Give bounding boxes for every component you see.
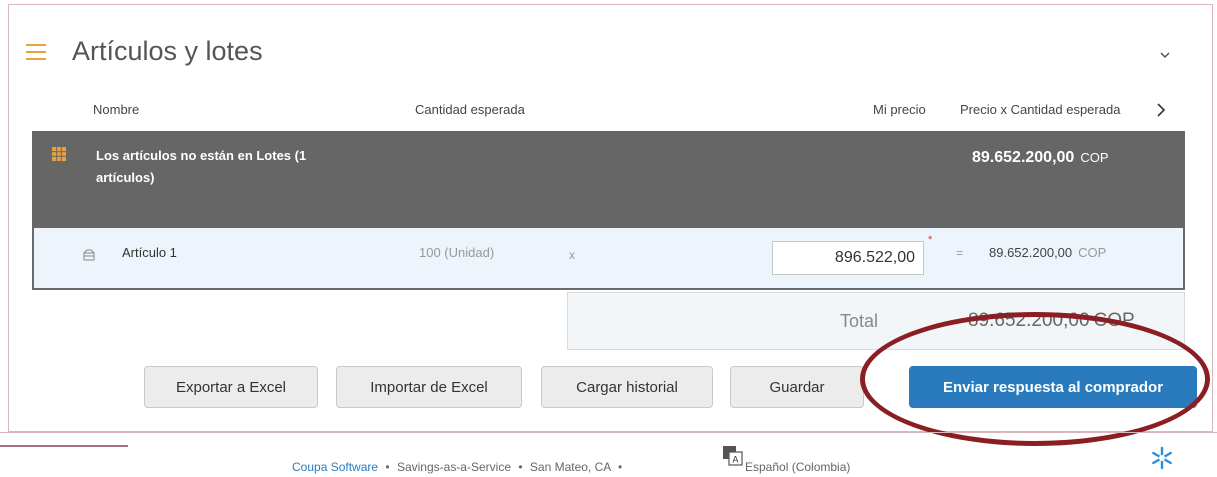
footer-links: Coupa Software • Savings-as-a-Service • … xyxy=(292,460,626,474)
export-excel-button[interactable]: Exportar a Excel xyxy=(144,366,318,408)
footer-location: San Mateo, CA xyxy=(529,460,611,474)
total-label: Total xyxy=(840,311,879,331)
language-icon[interactable]: A xyxy=(723,446,743,466)
item-row: Artículo 1 100 (Unidad) x * = 89.652.200… xyxy=(32,228,1185,290)
chevron-right-icon[interactable] xyxy=(1156,103,1166,117)
box-icon xyxy=(83,249,95,261)
price-input[interactable] xyxy=(772,241,924,275)
footer-separator: • xyxy=(518,460,523,474)
footer-separator: • xyxy=(617,460,623,474)
grid-icon xyxy=(52,147,66,161)
list-menu-icon[interactable] xyxy=(26,43,46,60)
import-excel-button[interactable]: Importar de Excel xyxy=(336,366,522,408)
lot-group-label: Los artículos no están en Lotes (1 artíc… xyxy=(96,148,307,185)
submit-to-buyer-button[interactable]: Enviar respuesta al comprador xyxy=(909,366,1197,408)
chevron-down-icon[interactable] xyxy=(1160,50,1170,60)
footer-divider xyxy=(0,432,1217,433)
column-header-cantidad: Cantidad esperada xyxy=(415,102,525,117)
footer-separator: • xyxy=(385,460,390,474)
total-value: 89.652.200,00 COP xyxy=(968,310,1135,332)
item-total-value: 89.652.200,00 xyxy=(989,245,1073,260)
total-currency: COP xyxy=(1093,310,1135,331)
footer-company-link[interactable]: Coupa Software xyxy=(292,460,378,474)
item-name: Artículo 1 xyxy=(122,245,177,260)
column-header-precio: Mi precio xyxy=(873,102,926,117)
footer-tagline: Savings-as-a-Service xyxy=(396,460,511,474)
save-button[interactable]: Guardar xyxy=(730,366,864,408)
total-amount: 89.652.200,00 xyxy=(968,310,1090,331)
item-quantity: 100 (Unidad) xyxy=(419,245,495,260)
language-selector[interactable]: Español (Colombia) xyxy=(745,460,850,474)
footer-accent-line xyxy=(0,445,128,447)
lot-group-currency: COP xyxy=(1080,150,1109,165)
column-header-total: Precio x Cantidad esperada xyxy=(960,102,1121,117)
load-history-button[interactable]: Cargar historial xyxy=(541,366,713,408)
section-header: Artículos y lotes xyxy=(26,36,263,67)
column-header-nombre: Nombre xyxy=(93,102,140,117)
required-marker: * xyxy=(928,234,933,246)
multiply-sign: x xyxy=(569,248,575,262)
item-currency: COP xyxy=(1078,245,1107,260)
lot-group-row: Los artículos no están en Lotes (1 artíc… xyxy=(32,131,1185,228)
item-total: 89.652.200,00 COP xyxy=(989,245,1106,260)
svg-text:A: A xyxy=(732,456,739,466)
coupa-snowflake-icon xyxy=(1152,446,1172,470)
equals-sign: = xyxy=(956,246,964,260)
lot-group-total-value: 89.652.200,00 xyxy=(972,149,1075,166)
lot-group-total: 89.652.200,00 COP xyxy=(972,149,1109,167)
section-title: Artículos y lotes xyxy=(72,36,263,66)
total-summary: Total 89.652.200,00 COP xyxy=(567,292,1185,350)
